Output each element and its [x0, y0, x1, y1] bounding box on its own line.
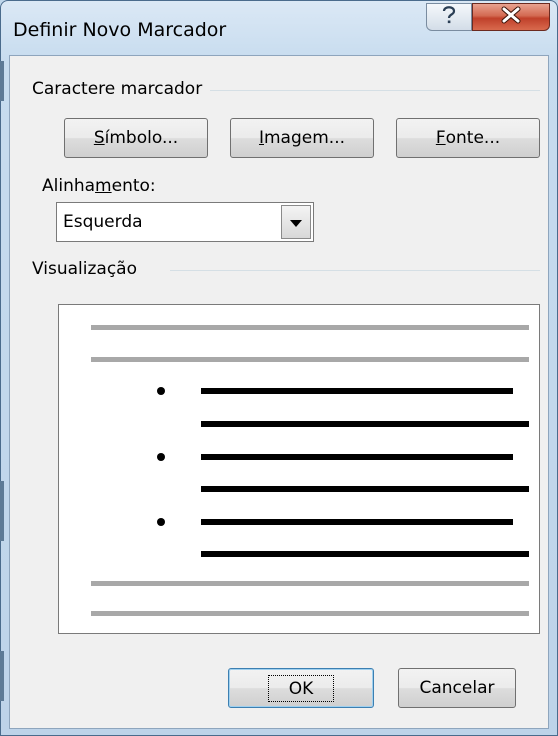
group-separator: [200, 90, 540, 91]
caractere-marcador-label: Caractere marcador: [32, 79, 211, 99]
preview-black-line: [201, 551, 529, 557]
preview-black-line: [201, 486, 529, 492]
alignment-dropdown-button[interactable]: [281, 205, 311, 239]
cancel-button[interactable]: Cancelar: [398, 668, 516, 708]
window-edge-accent: [0, 481, 4, 541]
alignment-label-mnemonic: m: [95, 176, 112, 196]
bullet-dot: [157, 518, 165, 526]
bullet-dot: [157, 387, 165, 395]
preview-gray-line: [91, 325, 529, 330]
preview-black-line: [201, 421, 529, 427]
help-button[interactable]: [426, 3, 472, 31]
alignment-select[interactable]: Esquerda: [56, 202, 314, 242]
title-bar[interactable]: Definir Novo Marcador: [1, 1, 557, 55]
alignment-label: Alinhamento:: [42, 176, 156, 196]
close-x-icon: [500, 6, 522, 28]
dropdown-arrow-icon: [290, 213, 302, 232]
alignment-label-part: Alinha: [42, 176, 96, 196]
dialog-client-area: Caractere marcador Símbolo... Imagem... …: [9, 55, 549, 729]
ok-button-label: OK: [267, 674, 335, 702]
question-mark-icon: [439, 4, 459, 30]
bullet-dot: [157, 453, 165, 461]
bullet-preview-panel: [58, 304, 540, 634]
font-button-mnemonic: F: [435, 128, 446, 148]
preview-gray-line: [91, 357, 529, 362]
font-button[interactable]: Fonte...: [396, 118, 540, 158]
alignment-select-value: Esquerda: [63, 212, 143, 232]
image-button-label: magem...: [264, 128, 345, 148]
preview-black-line: [201, 454, 513, 460]
font-button-label: onte...: [445, 128, 501, 148]
ok-button[interactable]: OK: [228, 668, 374, 708]
cancel-button-label: Cancelar: [419, 678, 495, 698]
symbol-button-mnemonic: S: [93, 128, 105, 148]
dialog-window: Definir Novo Marcador Caractere marcador: [0, 0, 558, 736]
preview-gray-line: [91, 581, 529, 586]
close-button[interactable]: [472, 3, 550, 31]
group-separator: [170, 270, 540, 271]
window-edge-accent: [0, 651, 4, 701]
symbol-button-label: ímbolo...: [104, 128, 179, 148]
image-button[interactable]: Imagem...: [230, 118, 374, 158]
window-edge-accent: [0, 61, 4, 101]
alignment-label-part: ento:: [111, 176, 156, 196]
preview-black-line: [201, 519, 513, 525]
symbol-button[interactable]: Símbolo...: [64, 118, 208, 158]
preview-black-line: [201, 388, 513, 394]
visualizacao-label: Visualização: [32, 259, 145, 279]
window-title: Definir Novo Marcador: [13, 19, 227, 41]
preview-gray-line: [91, 611, 529, 616]
